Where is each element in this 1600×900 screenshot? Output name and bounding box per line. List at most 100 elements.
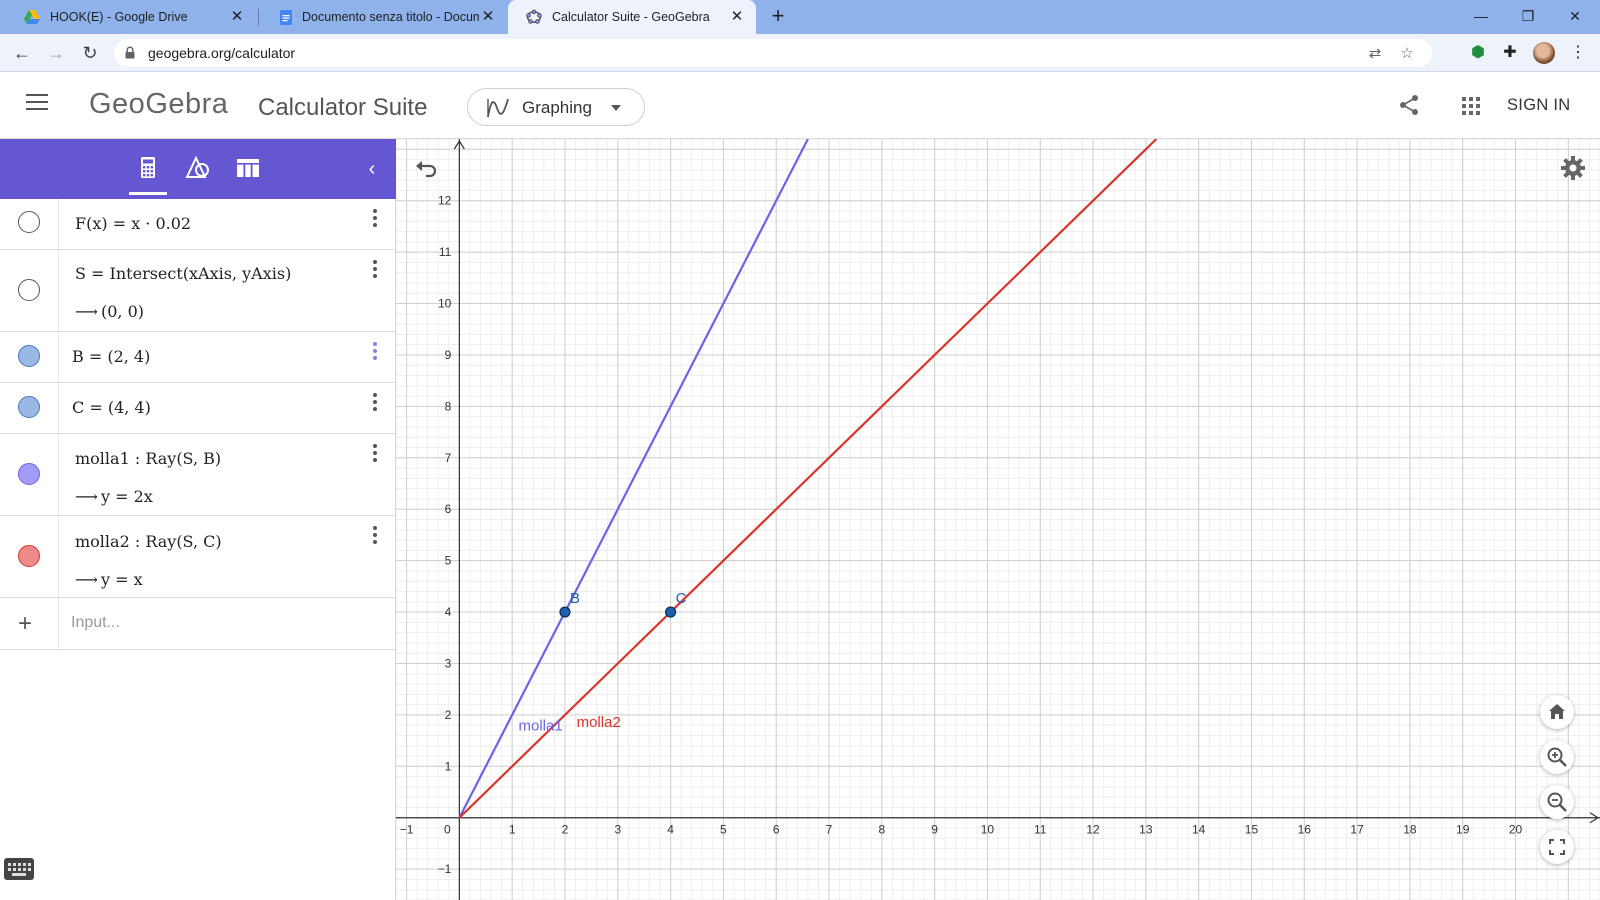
profile-avatar[interactable] [1533,42,1555,64]
point-B [559,606,571,618]
bookmark-star-icon[interactable]: ☆ [1398,45,1416,63]
output-arrow-icon: ⟶ [75,487,98,506]
algebra-input[interactable]: Input... [71,614,120,632]
y-tick-label: 4 [445,605,452,619]
home-button[interactable] [1540,695,1574,729]
zoom-in-icon [1547,747,1567,767]
gear-icon[interactable] [1560,155,1586,181]
table-icon [237,159,259,177]
output-arrow-icon: ⟶ [75,570,98,589]
keyboard-keys [8,863,31,876]
marble-column [0,250,59,331]
marble-column [0,332,59,382]
browser-tab-docs[interactable]: Documento senza titolo - Docum ✕ [262,0,507,34]
algebra-input-row[interactable]: + Input... [0,598,396,650]
geogebra-logo[interactable]: GeoGebra [89,88,228,121]
more-options-icon[interactable] [373,260,379,280]
more-options-icon[interactable] [373,444,379,464]
sign-in-button[interactable]: SIGN IN [1507,96,1571,115]
graph-canvas[interactable]: −1 0 1 2 3 4 5 6 7 8 9 10 11 12 13 14 15 16 17 18 19 20−11234… [396,139,1600,900]
tools-shapes-icon [185,155,209,178]
algebra-definition[interactable]: molla1 : Ray(S, B) [75,449,221,468]
tab-title: Documento senza titolo - Docum [302,10,479,24]
y-tick-label: 1 [445,759,452,773]
visibility-toggle[interactable] [18,545,40,567]
google-docs-icon [280,9,292,25]
visibility-toggle[interactable] [18,279,40,301]
algebra-definition[interactable]: S = Intersect(xAxis, yAxis) [75,264,291,283]
close-tab-icon[interactable]: ✕ [479,8,497,26]
y-tick-label: 2 [445,708,452,722]
x-tick-label: 8 [878,823,885,837]
zoom-in-button[interactable] [1540,740,1574,774]
algebra-row-b[interactable]: B = (2, 4) [0,332,396,383]
apps-grid-icon[interactable] [1462,97,1480,115]
tab-title: Calculator Suite - GeoGebra [552,10,710,24]
url-text: geogebra.org/calculator [148,45,296,61]
extension-shield-icon[interactable]: ⬢ [1468,43,1488,63]
x-tick-label: 13 [1139,823,1153,837]
collapse-panel-chevron-icon[interactable]: ‹ [362,157,382,181]
forward-arrow-icon[interactable]: → [43,40,69,66]
restore-window-icon[interactable]: ❐ [1513,4,1543,28]
algebra-definition[interactable]: molla2 : Ray(S, C) [75,532,222,551]
add-icon[interactable]: + [18,610,32,638]
visibility-toggle[interactable] [18,463,40,485]
browser-menu-icon[interactable]: ⋮ [1568,43,1588,63]
visibility-toggle[interactable] [18,396,40,418]
algebra-row-molla2[interactable]: molla2 : Ray(S, C) ⟶ y = x [0,516,396,598]
hamburger-menu-icon[interactable] [26,94,48,114]
browser-tab-geogebra[interactable]: Calculator Suite - GeoGebra ✕ [508,0,756,34]
new-tab-button[interactable]: + [766,5,790,29]
app-picker-dropdown[interactable]: Graphing [467,88,645,126]
browser-tab-drive[interactable]: HOOK(E) - Google Drive ✕ [6,0,256,34]
more-options-icon[interactable] [373,393,379,413]
x-tick-label: −1 [400,823,414,837]
point-C [664,606,677,618]
close-tab-icon[interactable]: ✕ [728,8,746,26]
graphics-view[interactable]: −1 0 1 2 3 4 5 6 7 8 9 10 11 12 13 14 15 16 17 18 19 20 −1 1 2 3 4… [396,139,1600,900]
app-picker-label: Graphing [522,98,592,117]
translate-icon[interactable]: ⇄ [1366,45,1384,63]
visibility-toggle[interactable] [18,211,40,233]
more-options-icon[interactable] [373,526,379,546]
algebra-row-s[interactable]: S = Intersect(xAxis, yAxis) ⟶ (0, 0) [0,250,396,332]
algebra-row-f[interactable]: F(x) = x · 0.02 [0,199,396,250]
y-tick-label: 6 [445,502,452,516]
reload-icon[interactable]: ↻ [77,40,103,66]
tab-tools[interactable] [183,153,213,183]
x-tick-label: 17 [1350,823,1364,837]
zoom-out-button[interactable] [1540,785,1574,819]
more-options-icon[interactable] [373,342,379,362]
x-tick-label: 0 [444,823,451,837]
fullscreen-button[interactable] [1540,830,1574,864]
close-tab-icon[interactable]: ✕ [228,8,246,26]
algebra-output: ⟶ y = 2x [75,487,153,506]
extensions-puzzle-icon[interactable]: ✚ [1500,43,1520,63]
share-icon[interactable] [1398,94,1420,116]
y-tick-label: 8 [445,399,452,413]
y-tick-label: 3 [445,656,452,670]
output-value: y = 2x [101,487,153,506]
algebra-definition[interactable]: C = (4, 4) [72,398,151,417]
algebra-row-c[interactable]: C = (4, 4) [0,383,396,434]
algebra-definition[interactable]: B = (2, 4) [72,347,150,366]
close-window-icon[interactable]: ✕ [1560,4,1590,28]
x-tick-label: 7 [826,823,833,837]
marble-column: + [0,598,59,649]
y-tick-label: −1 [438,862,452,876]
tab-algebra[interactable] [129,153,167,195]
back-arrow-icon[interactable]: ← [9,40,35,66]
address-bar[interactable]: geogebra.org/calculator ⇄ ☆ [114,39,1432,67]
algebra-row-molla1[interactable]: molla1 : Ray(S, B) ⟶ y = 2x [0,434,396,516]
more-options-icon[interactable] [373,209,379,229]
undo-icon[interactable] [414,157,440,181]
x-tick-label: 11 [1034,823,1047,837]
tab-title: HOOK(E) - Google Drive [50,10,188,24]
minimize-window-icon[interactable]: — [1466,4,1496,28]
visibility-toggle[interactable] [18,345,40,367]
algebra-definition[interactable]: F(x) = x · 0.02 [75,214,191,233]
keyboard-icon[interactable] [4,858,34,880]
y-tick-label: 5 [445,554,452,568]
tab-table[interactable] [233,153,263,183]
